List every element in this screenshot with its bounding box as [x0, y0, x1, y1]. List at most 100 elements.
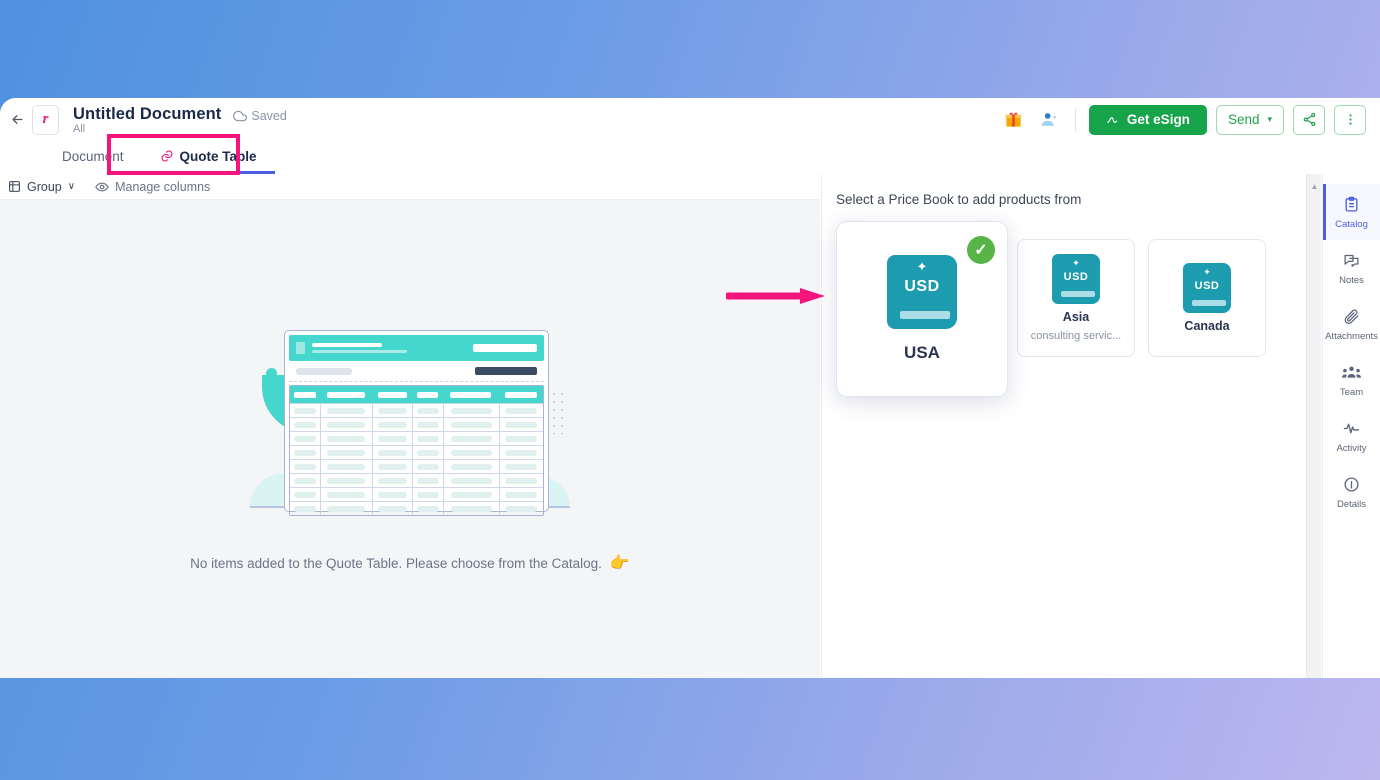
header-divider: [1074, 107, 1076, 132]
sidebar-label: Attachments: [1325, 330, 1378, 342]
activity-icon: [1342, 419, 1361, 438]
document-titles: Untitled Document All: [73, 105, 221, 135]
info-icon: [1343, 475, 1360, 494]
document-subtitle: All: [73, 122, 86, 135]
saved-label: Saved: [251, 108, 287, 123]
chevron-down-icon: ▾: [1267, 114, 1272, 124]
group-label: Group: [27, 179, 62, 194]
price-book-name: Asia: [1062, 310, 1090, 324]
cloud-icon: [233, 110, 248, 121]
illustration-table-row: [290, 445, 543, 459]
more-options-button[interactable]: [1334, 104, 1366, 135]
right-sidebar: Catalog Notes Attachments Team Activity: [1322, 174, 1380, 678]
more-vertical-icon: [1348, 114, 1352, 125]
clipboard-icon: [1343, 195, 1360, 214]
paperclip-icon: [1343, 307, 1360, 326]
sidebar-item-catalog[interactable]: Catalog: [1323, 184, 1380, 240]
sidebar-label: Details: [1336, 498, 1367, 510]
price-book-icon: ✦ USD: [1183, 263, 1231, 313]
get-esign-label: Get eSign: [1126, 112, 1190, 127]
price-book-card-usa[interactable]: ✓ ✦ USD USA: [836, 221, 1008, 397]
sidebar-item-notes[interactable]: Notes: [1323, 240, 1380, 296]
send-button[interactable]: Send ▾: [1215, 104, 1284, 135]
back-arrow-icon[interactable]: [4, 112, 30, 127]
book-pages: [900, 311, 950, 319]
price-book-currency: USD: [1063, 271, 1089, 283]
signature-pen-icon: [1107, 116, 1118, 123]
manage-columns-label: Manage columns: [115, 179, 211, 194]
illustration-table-row: [290, 487, 543, 501]
pointing-hand-icon: 👉: [609, 555, 630, 572]
illustration-table-row: [290, 417, 543, 431]
price-book-card-asia[interactable]: ✦ USD Asia consulting servic...: [1017, 239, 1135, 357]
notes-icon: [1343, 251, 1360, 270]
page-title: Untitled Document: [73, 104, 222, 123]
price-book-card-canada[interactable]: ✦ USD Canada: [1148, 239, 1266, 357]
book-pages: [1192, 300, 1226, 306]
group-icon: [9, 181, 20, 192]
price-book-currency: USD: [904, 278, 940, 295]
document-badge-letter: r: [42, 111, 49, 127]
book-pages: [1061, 291, 1095, 297]
sidebar-label: Team: [1339, 386, 1364, 398]
illustration-table-row: [290, 403, 543, 417]
share-button[interactable]: [1293, 104, 1325, 135]
illustration-title-lines: [312, 343, 407, 353]
illustration-table-row: [290, 501, 543, 515]
sidebar-label: Catalog: [1335, 218, 1368, 230]
eye-icon: [95, 182, 109, 191]
price-book-icon: ✦ USD: [1052, 254, 1100, 304]
chevron-down-icon: ∨: [67, 181, 76, 192]
manage-columns-button[interactable]: Manage columns: [95, 180, 210, 194]
sidebar-label: Notes: [1339, 274, 1364, 286]
illustration-searchbar: [289, 361, 544, 382]
illustration-table-row: [290, 473, 543, 487]
user-add-icon[interactable]: [1036, 107, 1062, 133]
team-icon: [1342, 363, 1361, 382]
sparkle-icon: ✦: [916, 259, 928, 274]
quote-table-canvas: No items added to the Quote Table. Pleas…: [0, 200, 820, 678]
illustration-window-topbar: [289, 335, 544, 361]
sidebar-item-details[interactable]: Details: [1323, 464, 1380, 520]
sparkle-icon: ✦: [1203, 267, 1211, 277]
get-esign-button[interactable]: Get eSign: [1088, 104, 1207, 135]
catalog-panel-title: Select a Price Book to add products from: [836, 192, 1082, 207]
sidebar-item-attachments[interactable]: Attachments: [1323, 296, 1380, 352]
share-icon: [1303, 112, 1315, 127]
catalog-scrollbar[interactable]: ▲: [1306, 174, 1321, 678]
sidebar-item-activity[interactable]: Activity: [1323, 408, 1380, 464]
header-actions: Get eSign Send ▾: [1001, 104, 1380, 135]
price-book-name: USA: [904, 343, 940, 362]
empty-state-text: No items added to the Quote Table. Pleas…: [190, 555, 602, 571]
quote-table-toolbar: Group ∨ Manage columns: [0, 174, 820, 200]
send-label: Send: [1227, 112, 1260, 127]
gift-icon[interactable]: [1001, 107, 1027, 133]
sidebar-label: Activity: [1336, 442, 1367, 454]
illustration-table-row: [290, 459, 543, 473]
tab-quote-table-label: Quote Table: [179, 148, 257, 164]
scroll-up-icon[interactable]: ▲: [1307, 182, 1322, 191]
tab-document-label: Document: [62, 148, 124, 164]
price-book-icon: ✦ USD: [887, 255, 957, 329]
document-tabs: Document Quote Table: [0, 141, 820, 174]
saved-status: Saved: [233, 108, 287, 123]
illustration-table-row: [290, 431, 543, 445]
document-badge-icon: r: [32, 104, 59, 135]
price-book-name: Canada: [1184, 319, 1230, 333]
empty-state-message: No items added to the Quote Table. Pleas…: [190, 553, 630, 573]
app-window: r Untitled Document All Saved Get eSign …: [0, 98, 1380, 678]
price-book-currency: USD: [1194, 280, 1220, 292]
selected-check-icon: ✓: [967, 236, 995, 264]
tab-document[interactable]: Document: [44, 141, 142, 174]
sidebar-item-team[interactable]: Team: [1323, 352, 1380, 408]
illustration-table-head: [290, 386, 543, 403]
group-button[interactable]: Group ∨: [8, 180, 75, 194]
app-header: r Untitled Document All Saved Get eSign …: [0, 98, 1380, 141]
empty-state-illustration: [250, 330, 570, 525]
illustration-avatar: [296, 342, 305, 354]
sparkle-icon: ✦: [1072, 258, 1080, 268]
tab-quote-table[interactable]: Quote Table: [141, 141, 275, 174]
catalog-panel: Select a Price Book to add products from…: [821, 174, 1305, 678]
illustration-table: [289, 385, 544, 516]
price-book-description: consulting servic...: [1030, 330, 1122, 342]
